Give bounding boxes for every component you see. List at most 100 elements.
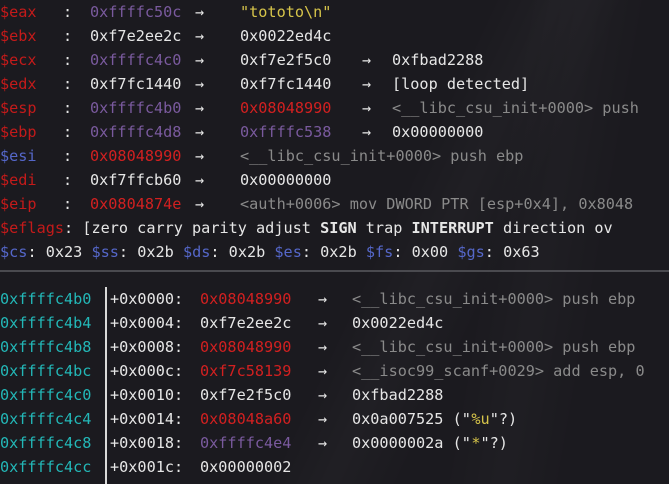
stack-address: 0xffffc4bc — [0, 362, 92, 380]
stack-offset: +0x0004: — [110, 314, 184, 332]
stack-offset: +0x000c: — [110, 362, 184, 380]
segment-colon: : — [118, 243, 138, 261]
arrow-icon: → — [195, 51, 205, 69]
eflags-colon: : — [64, 219, 83, 237]
eflags-flag: [zero carry parity adjust — [82, 219, 321, 237]
stack-address: 0xffffc4c0 — [0, 386, 92, 404]
stack-value: 0x08048990 — [200, 338, 292, 356]
section-separator — [0, 270, 669, 272]
arrow-icon: → — [318, 290, 328, 308]
stack-offset: +0x0014: — [110, 410, 184, 428]
segment-colon: : — [27, 243, 46, 261]
register-value: 0xf7fc1440 — [90, 75, 182, 93]
segment-name: $cs — [0, 243, 28, 261]
stack-value: 0xf7c58139 — [200, 362, 292, 380]
register-colon: : — [63, 147, 73, 165]
segment-value: 0x63 — [503, 243, 540, 261]
dereference-value: <__libc_csu_init+0000> push ebp — [240, 147, 524, 165]
register-value: 0xffffc4c0 — [90, 51, 182, 69]
dereference-value: 0xf7fc1440 — [240, 75, 332, 93]
segment-name: $es — [274, 243, 302, 261]
register-row: $eax:0xffffc50c → "tototo\n" — [0, 0, 669, 24]
register-colon: : — [63, 171, 73, 189]
segment-name: $ss — [91, 243, 119, 261]
segment-colon: : — [393, 243, 412, 261]
dereference-value: <__libc_csu_init+0000> push ebp — [352, 338, 636, 356]
arrow-icon: → — [362, 75, 372, 93]
dereference-value: <auth+0006> mov DWORD PTR [esp+0x4], 0x8… — [240, 195, 634, 213]
arrow-icon: → — [195, 27, 205, 45]
register-colon: : — [63, 75, 73, 93]
dereference-value: "?) — [489, 410, 518, 428]
dereference-value: [loop detected] — [392, 75, 530, 93]
register-name: $ebx — [0, 27, 37, 45]
dereference-value: 0x00000000 — [392, 123, 484, 141]
stack-address: 0xffffc4b0 — [0, 290, 92, 308]
dereference-value: 0x0000002a (" — [352, 434, 471, 452]
stack-column-divider — [105, 287, 107, 484]
eflags-flag: trap — [356, 219, 412, 237]
segment-gap — [448, 243, 457, 261]
register-row: $edx:0xf7fc1440 → 0xf7fc1440 → [loop detecte… — [0, 72, 669, 96]
segment-colon: : — [210, 243, 229, 261]
stack-offset: +0x0000: — [110, 290, 184, 308]
register-name: $eax — [0, 3, 37, 21]
stack-row: 0xffffc4b8 +0x0008: 0x08048990 → <__libc_csu… — [0, 335, 669, 359]
eflags-flag: SIGN — [320, 219, 357, 237]
segment-colon: : — [484, 243, 504, 261]
register-colon: : — [63, 27, 73, 45]
stack-value: 0x08048990 — [200, 290, 292, 308]
dereference-value: 0x08048990 — [240, 99, 332, 117]
register-row: $edi:0xf7ffcb60 → 0x00000000 — [0, 168, 669, 192]
stack-address: 0xffffc4cc — [0, 458, 92, 476]
arrow-icon: → — [195, 99, 205, 117]
arrow-icon: → — [362, 51, 372, 69]
arrow-icon: → — [195, 75, 205, 93]
dereference-value: %u — [471, 410, 490, 428]
register-row: $esp:0xffffc4b0 → 0x08048990 → <__libc_csu_i… — [0, 96, 669, 120]
register-row: $ebp:0xffffc4d8 → 0xffffc538 → 0x00000000 — [0, 120, 669, 144]
stack-offset: +0x0010: — [110, 386, 184, 404]
register-value: 0xf7ffcb60 — [90, 171, 182, 189]
eflags-flag: direction ov — [493, 219, 613, 237]
arrow-icon: → — [362, 99, 372, 117]
register-colon: : — [63, 123, 73, 141]
segment-name: $ds — [182, 243, 211, 261]
segment-registers-row: $cs: 0x23 $ss: 0x2b $ds: 0x2b $es: 0x2b … — [0, 240, 540, 264]
stack-value: 0xffffc4e4 — [200, 434, 292, 452]
stack-address: 0xffffc4b4 — [0, 314, 92, 332]
dereference-value: 0x0a007525 (" — [352, 410, 471, 428]
arrow-icon: → — [195, 147, 205, 165]
dereference-value: 0x00000000 — [240, 171, 332, 189]
segment-value: 0x2b — [137, 243, 174, 261]
register-value: 0xf7e2ee2c — [90, 27, 182, 45]
stack-row: 0xffffc4b0 +0x0000: 0x08048990 → <__libc_csu… — [0, 287, 669, 311]
dereference-value: <__libc_csu_init+0000> push — [392, 99, 639, 117]
eflags-row: $eflags: [zero carry parity adjust SIGN … — [0, 216, 613, 240]
stack-row: 0xffffc4c4 +0x0014: 0x08048a60 → 0x0a007525 … — [0, 407, 669, 431]
register-colon: : — [63, 3, 73, 21]
dereference-value: 0x0022ed4c — [240, 27, 332, 45]
gdb-terminal: $eax:0xffffc50c → "tototo\n" $ebx:0xf7e2ee2… — [0, 0, 669, 484]
arrow-icon: → — [362, 123, 372, 141]
arrow-icon: → — [195, 123, 205, 141]
register-value: 0xffffc4b0 — [90, 99, 182, 117]
segment-value: 0x2b — [228, 243, 266, 261]
eflags-flag: INTERRUPT — [411, 219, 494, 237]
register-row: $ebx:0xf7e2ee2c → 0x0022ed4c — [0, 24, 669, 48]
arrow-icon: → — [318, 386, 328, 404]
register-value: 0x0804874e — [90, 195, 182, 213]
dereference-value: "?) — [480, 434, 508, 452]
stack-value: 0x00000002 — [200, 458, 292, 476]
segment-gap — [174, 243, 183, 261]
register-colon: : — [63, 195, 73, 213]
dereference-value: 0xfbad2288 — [392, 51, 484, 69]
segment-value: 0x23 — [45, 243, 83, 261]
arrow-icon: → — [318, 338, 328, 356]
arrow-icon: → — [318, 362, 328, 380]
arrow-icon: → — [195, 195, 205, 213]
arrow-icon: → — [318, 410, 328, 428]
stack-offset: +0x0008: — [110, 338, 184, 356]
register-name: $ebp — [0, 123, 37, 141]
dereference-value: 0x0022ed4c — [352, 314, 444, 332]
